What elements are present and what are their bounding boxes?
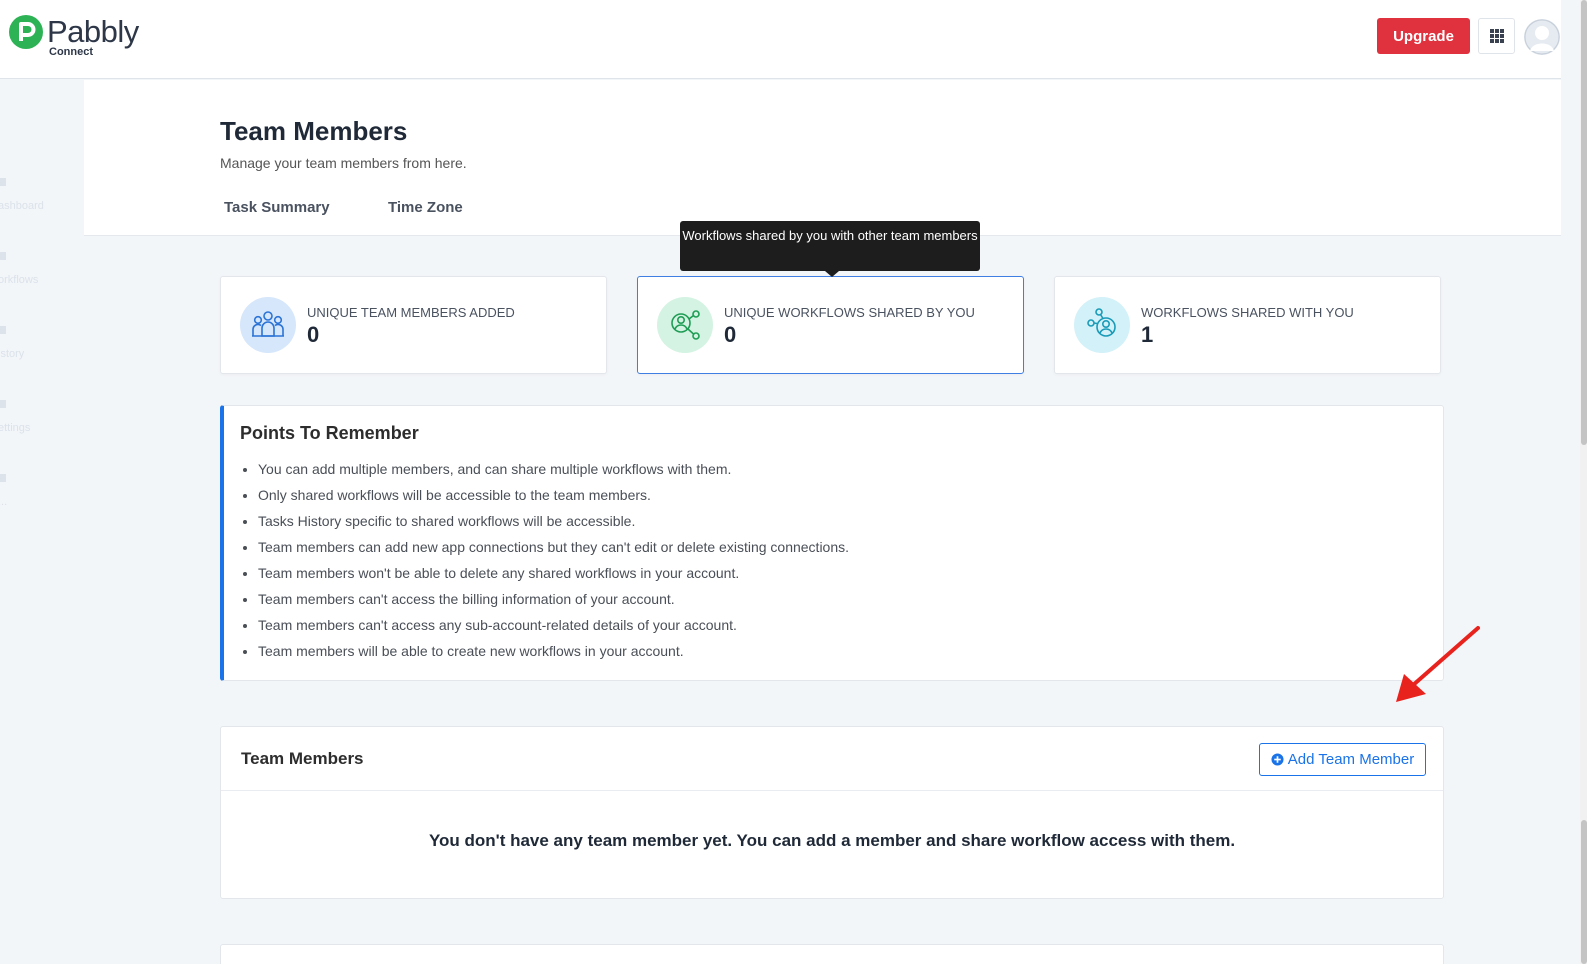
team-members-header: Team Members Add Team Member bbox=[221, 727, 1443, 791]
list-item: Tasks History specific to shared workflo… bbox=[258, 510, 849, 536]
add-team-member-button[interactable]: Add Team Member bbox=[1259, 743, 1426, 776]
page-subtitle: Manage your team members from here. bbox=[220, 155, 467, 171]
tooltip-arrow bbox=[825, 271, 839, 277]
apps-menu-button[interactable] bbox=[1478, 18, 1515, 54]
list-item: Only shared workflows will be accessible… bbox=[258, 484, 849, 510]
pabbly-logo-icon bbox=[9, 15, 43, 49]
sidebar-item-label: ashboard bbox=[0, 200, 44, 212]
top-navbar: Pabbly Connect Upgrade bbox=[0, 0, 1561, 79]
list-icon bbox=[0, 326, 6, 334]
points-list: You can add multiple members, and can sh… bbox=[258, 458, 849, 666]
list-item: Team members can't access any sub-accoun… bbox=[258, 614, 849, 640]
user-silhouette-icon bbox=[1524, 19, 1560, 55]
stat-label: UNIQUE WORKFLOWS SHARED BY YOU bbox=[724, 305, 975, 320]
home-icon bbox=[0, 178, 6, 186]
pabbly-logo[interactable]: Pabbly Connect bbox=[8, 14, 139, 60]
stat-icon-circle bbox=[240, 297, 296, 353]
points-title: Points To Remember bbox=[240, 423, 419, 443]
stat-icon-circle bbox=[1074, 297, 1130, 353]
plus-circle-icon bbox=[1271, 753, 1284, 766]
upgrade-button[interactable]: Upgrade bbox=[1377, 18, 1470, 54]
sidebar: ashboard orkflows istory ettings ... bbox=[0, 80, 84, 964]
sidebar-item-label: ettings bbox=[0, 422, 31, 434]
team-icon bbox=[252, 311, 284, 337]
user-avatar[interactable] bbox=[1524, 19, 1560, 55]
stat-card-team-members: UNIQUE TEAM MEMBERS ADDED 0 bbox=[220, 276, 607, 374]
stat-label: WORKFLOWS SHARED WITH YOU bbox=[1141, 305, 1354, 320]
sidebar-item-label: orkflows bbox=[0, 274, 39, 286]
stat-icon-circle bbox=[657, 297, 713, 353]
tab-time-zone[interactable]: Time Zone bbox=[388, 199, 463, 216]
stat-label: UNIQUE TEAM MEMBERS ADDED bbox=[307, 305, 515, 320]
list-item: Team members won't be able to delete any… bbox=[258, 562, 849, 588]
add-team-member-label: Add Team Member bbox=[1287, 751, 1415, 768]
team-members-panel: Team Members Add Team Member You don't h… bbox=[220, 726, 1444, 899]
stat-card-workflows-shared-with-you: WORKFLOWS SHARED WITH YOU 1 bbox=[1054, 276, 1441, 374]
page-title: Team Members bbox=[220, 116, 408, 146]
tab-task-summary[interactable]: Task Summary bbox=[224, 199, 330, 216]
scrollbar-thumb[interactable] bbox=[1581, 0, 1587, 445]
red-arrow-annotation bbox=[1396, 626, 1480, 702]
points-to-remember-box: Points To Remember You can add multiple … bbox=[220, 405, 1444, 681]
stat-value: 0 bbox=[724, 322, 737, 347]
logo-product: Connect bbox=[49, 46, 93, 58]
stat-value: 0 bbox=[307, 322, 320, 347]
stat-value: 1 bbox=[1141, 322, 1154, 347]
sidebar-item-label: istory bbox=[0, 348, 25, 360]
page-header: Team Members Manage your team members fr… bbox=[84, 80, 1561, 236]
logo-wordmark: Pabbly bbox=[47, 14, 139, 49]
workflow-icon bbox=[0, 252, 6, 260]
stat-card-workflows-shared-by-you[interactable]: UNIQUE WORKFLOWS SHARED BY YOU 0 bbox=[637, 276, 1024, 374]
scrollbar-thumb-secondary[interactable] bbox=[1581, 820, 1587, 964]
scrollbar[interactable] bbox=[1580, 0, 1587, 964]
list-item: Team members will be able to create new … bbox=[258, 640, 849, 666]
tooltip: Workflows shared by you with other team … bbox=[680, 221, 980, 271]
team-members-title: Team Members bbox=[241, 749, 364, 768]
gear-icon bbox=[0, 400, 6, 408]
sidebar-item-label: ... bbox=[0, 496, 8, 508]
list-item: You can add multiple members, and can sh… bbox=[258, 458, 849, 484]
empty-state-message: You don't have any team member yet. You … bbox=[428, 831, 1236, 850]
share-user-icon bbox=[1087, 308, 1116, 337]
list-item: Team members can't access the billing in… bbox=[258, 588, 849, 614]
next-panel bbox=[220, 944, 1444, 964]
grid-icon bbox=[1489, 29, 1504, 43]
help-icon bbox=[0, 474, 6, 482]
share-user-icon bbox=[671, 310, 700, 340]
list-item: Team members can add new app connections… bbox=[258, 536, 849, 562]
